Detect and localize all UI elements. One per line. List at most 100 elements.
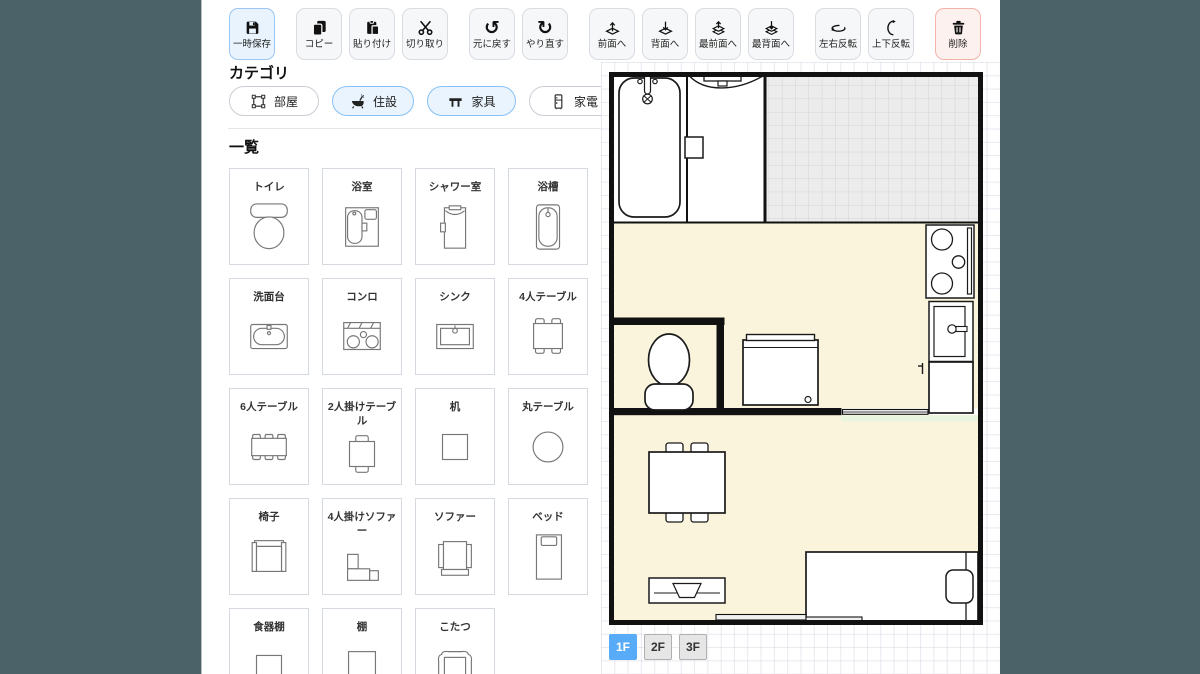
- washing-machine-object[interactable]: [743, 335, 818, 406]
- washbasin-icon: [242, 305, 296, 370]
- category-label: 住設: [373, 93, 397, 110]
- item-card-toilet[interactable]: トイレ: [229, 168, 309, 265]
- kotatsu-icon: [428, 635, 482, 674]
- save-label: 一時保存: [233, 40, 271, 50]
- toolbar: 一時保存 コピー貼り付け 切り取り ↺ 元に戻す ↻やり直す前面へ 背面へ最前面へ 最背面へ 左…: [229, 8, 981, 60]
- wall-opening-highlight: [841, 416, 981, 422]
- bed-object[interactable]: [806, 552, 978, 623]
- bathtub-icon: [521, 195, 575, 260]
- table4-icon: [521, 305, 575, 370]
- save-button[interactable]: 一時保存: [229, 8, 275, 60]
- item-card-stove[interactable]: コンロ: [322, 278, 402, 375]
- item-label: 棚: [357, 621, 368, 635]
- category-pill-appliances[interactable]: 家電: [529, 86, 601, 116]
- item-card-washbasin[interactable]: 洗面台: [229, 278, 309, 375]
- bring-to-front-icon: [710, 19, 727, 37]
- floor-button-3f[interactable]: 3F: [679, 634, 707, 660]
- item-label: ソファー: [434, 511, 476, 525]
- redo-button[interactable]: ↻やり直す: [522, 8, 568, 60]
- flip-vertical-button[interactable]: 上下反転: [868, 8, 914, 60]
- bring-forward-button[interactable]: 前面へ: [589, 8, 635, 60]
- item-label: 2人掛けテーブル: [325, 401, 399, 428]
- item-card-shelf[interactable]: 棚: [322, 608, 402, 674]
- item-label: 4人掛けソファー: [325, 511, 399, 538]
- dining-table-object[interactable]: [649, 443, 725, 522]
- item-label: シンク: [439, 291, 471, 305]
- item-card-table2[interactable]: 2人掛けテーブル: [322, 388, 402, 485]
- floor-button-1f[interactable]: 1F: [609, 634, 637, 660]
- middle-wall[interactable]: [612, 408, 842, 415]
- bring-to-front-button[interactable]: 最前面へ: [695, 8, 741, 60]
- tv-board-object[interactable]: [649, 578, 725, 603]
- round-table-icon: [521, 415, 575, 480]
- category-pill-room[interactable]: 部屋: [229, 86, 319, 116]
- category-label: 部屋: [274, 93, 298, 110]
- list-heading: 一覧: [229, 136, 259, 157]
- sink-icon: [428, 305, 482, 370]
- item-card-round-table[interactable]: 丸テーブル: [508, 388, 588, 485]
- item-card-table4[interactable]: 4人テーブル: [508, 278, 588, 375]
- item-card-sofa4[interactable]: 4人掛けソファー: [322, 498, 402, 595]
- desk-icon: [428, 415, 482, 480]
- table6-icon: [242, 415, 296, 480]
- fridge-icon: [550, 93, 567, 110]
- shelf-icon: [335, 635, 389, 674]
- bring-to-front-label: 最前面へ: [699, 40, 737, 50]
- sliding-door[interactable]: [843, 410, 929, 415]
- shower-icon: [428, 195, 482, 260]
- item-card-chair[interactable]: 椅子: [229, 498, 309, 595]
- item-card-sink[interactable]: シンク: [415, 278, 495, 375]
- stove-object[interactable]: [926, 225, 974, 298]
- table2-icon: [335, 428, 389, 480]
- cupboard-icon: [242, 635, 296, 674]
- bathtub-object[interactable]: [619, 75, 680, 217]
- toilet-icon: [242, 195, 296, 260]
- undo-button[interactable]: ↺ 元に戻す: [469, 8, 515, 60]
- kitchen-sink-object[interactable]: [929, 302, 973, 362]
- tiled-floor-area[interactable]: [765, 75, 981, 223]
- item-label: トイレ: [253, 181, 285, 195]
- item-card-kotatsu[interactable]: こたつ: [415, 608, 495, 674]
- floor-button-2f[interactable]: 2F: [644, 634, 672, 660]
- drawing-canvas[interactable]: 1F 2F 3F: [601, 62, 1000, 674]
- cut-button[interactable]: 切り取り: [402, 8, 448, 60]
- item-card-shower[interactable]: シャワー室: [415, 168, 495, 265]
- item-card-bathtub[interactable]: 浴槽: [508, 168, 588, 265]
- send-backward-button[interactable]: 背面へ: [642, 8, 688, 60]
- delete-button[interactable]: 削除: [935, 8, 981, 60]
- redo-icon: ↻: [537, 19, 553, 37]
- paste-icon: [364, 19, 381, 37]
- item-card-cupboard[interactable]: 食器棚: [229, 608, 309, 674]
- send-to-back-label: 最背面へ: [752, 40, 790, 50]
- copy-button[interactable]: コピー: [296, 8, 342, 60]
- category-pill-fixtures[interactable]: 住設: [332, 86, 414, 116]
- item-label: 丸テーブル: [522, 401, 574, 415]
- item-card-bathroom[interactable]: 浴室: [322, 168, 402, 265]
- flip-vertical-icon: [883, 19, 900, 37]
- undo-label: 元に戻す: [473, 40, 511, 50]
- item-card-desk[interactable]: 机: [415, 388, 495, 485]
- item-card-bed[interactable]: ベッド: [508, 498, 588, 595]
- send-backward-icon: [657, 19, 674, 37]
- scissors-icon: [417, 19, 434, 37]
- bathroom-icon: [335, 195, 389, 260]
- item-label: 机: [450, 401, 461, 415]
- furniture-icon: [447, 93, 464, 110]
- paste-button[interactable]: 貼り付け: [349, 8, 395, 60]
- item-label: 浴室: [352, 181, 373, 195]
- undo-icon: ↺: [484, 19, 500, 37]
- floor-plan[interactable]: [609, 72, 983, 625]
- paste-label: 貼り付け: [353, 40, 391, 50]
- toilet-object[interactable]: [645, 334, 693, 410]
- flip-horizontal-button[interactable]: 左右反転: [815, 8, 861, 60]
- category-label: 家具: [471, 93, 495, 110]
- category-pills: 部屋 住設 家具 家電: [229, 86, 601, 116]
- item-card-table6[interactable]: 6人テーブル: [229, 388, 309, 485]
- bring-forward-label: 前面へ: [598, 40, 627, 50]
- item-label: 4人テーブル: [519, 291, 577, 305]
- category-pill-furniture[interactable]: 家具: [427, 86, 516, 116]
- send-to-back-button[interactable]: 最背面へ: [748, 8, 794, 60]
- item-card-sofa[interactable]: ソファー: [415, 498, 495, 595]
- item-grid: トイレ 浴室 シャワー室浴槽洗面台コンロ シンク 4人テーブル 6人テーブル 2人掛けテーブ…: [229, 168, 588, 674]
- stove-icon: [335, 305, 389, 370]
